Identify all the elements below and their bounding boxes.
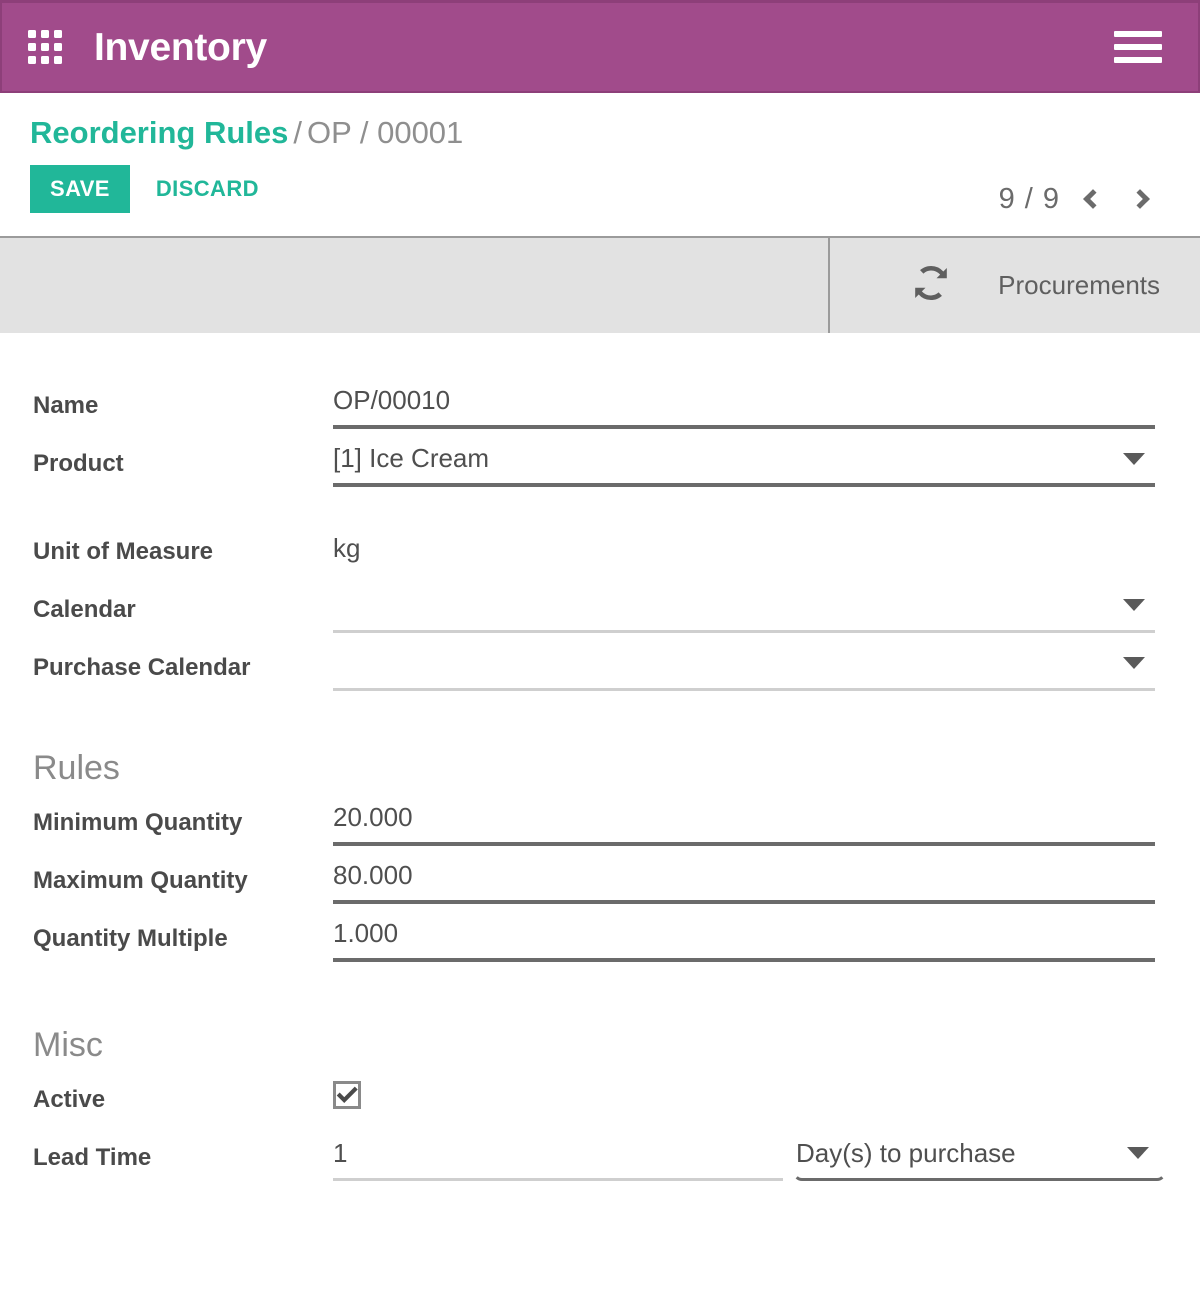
field-row-product: Product [1] Ice Cream <box>0 435 1200 493</box>
lead-time-unit-select[interactable]: Day(s) to purchase <box>793 1129 1166 1181</box>
calendar-input[interactable] <box>333 581 1155 633</box>
field-value-minimum-quantity: 20.000 <box>333 794 1200 846</box>
chevron-down-icon[interactable] <box>1123 599 1145 611</box>
breadcrumb-root-link[interactable]: Reordering Rules <box>30 115 288 150</box>
field-row-active: Active <box>0 1071 1200 1129</box>
quantity-multiple-input[interactable]: 1.000 <box>333 910 1155 962</box>
field-value-calendar <box>333 581 1200 633</box>
grid-cell <box>54 56 62 64</box>
field-label-active: Active <box>0 1071 333 1115</box>
checkmark-icon <box>336 1084 358 1106</box>
control-panel: Reordering Rules/OP / 00001 SAVE DISCARD… <box>0 93 1200 213</box>
field-label-maximum-quantity: Maximum Quantity <box>0 852 333 896</box>
refresh-sync-icon <box>908 260 954 311</box>
field-label-unit-of-measure: Unit of Measure <box>0 523 333 567</box>
maximum-quantity-input[interactable]: 80.000 <box>333 852 1155 904</box>
hamburger-bar <box>1114 31 1162 37</box>
grid-cell <box>41 30 49 38</box>
field-value-maximum-quantity: 80.000 <box>333 852 1200 904</box>
chevron-left-icon <box>1083 189 1103 209</box>
stat-button-bar: Procurements <box>0 236 1200 333</box>
field-value-quantity-multiple: 1.000 <box>333 910 1200 962</box>
save-button[interactable]: SAVE <box>30 165 130 213</box>
field-label-lead-time: Lead Time <box>0 1129 333 1173</box>
discard-button[interactable]: DISCARD <box>156 176 259 202</box>
field-value-name: OP/00010 <box>333 377 1200 429</box>
app-header: Inventory <box>0 0 1200 93</box>
field-label-quantity-multiple: Quantity Multiple <box>0 910 333 954</box>
breadcrumb: Reordering Rules/OP / 00001 <box>30 115 1174 151</box>
record-pager: 9 / 9 <box>999 177 1164 221</box>
chevron-down-icon[interactable] <box>1127 1147 1149 1159</box>
grid-cell <box>41 43 49 51</box>
pager-count: 9 / 9 <box>999 183 1060 216</box>
grid-cell <box>28 56 36 64</box>
field-row-unit-of-measure: Unit of Measure kg <box>0 523 1200 581</box>
breadcrumb-current: OP / 00001 <box>307 115 463 150</box>
active-checkbox[interactable] <box>333 1081 361 1109</box>
chevron-right-icon <box>1130 189 1150 209</box>
chevron-down-icon[interactable] <box>1123 657 1145 669</box>
product-value: [1] Ice Cream <box>333 443 489 474</box>
lead-time-input[interactable]: 1 <box>333 1129 783 1181</box>
field-value-product: [1] Ice Cream <box>333 435 1200 487</box>
pager-previous-button[interactable] <box>1068 177 1112 221</box>
hamburger-icon[interactable] <box>1114 31 1162 63</box>
apps-grid-icon[interactable] <box>28 30 62 64</box>
field-label-purchase-calendar: Purchase Calendar <box>0 639 333 683</box>
app-title: Inventory <box>94 28 267 67</box>
field-row-calendar: Calendar <box>0 581 1200 639</box>
field-row-minimum-quantity: Minimum Quantity 20.000 <box>0 794 1200 852</box>
grid-cell <box>28 30 36 38</box>
hamburger-bar <box>1114 44 1162 50</box>
field-label-minimum-quantity: Minimum Quantity <box>0 794 333 838</box>
stat-bar-spacer <box>0 238 828 333</box>
field-row-maximum-quantity: Maximum Quantity 80.000 <box>0 852 1200 910</box>
app-header-left: Inventory <box>28 28 267 67</box>
field-row-name: Name OP/00010 <box>0 377 1200 435</box>
field-row-quantity-multiple: Quantity Multiple 1.000 <box>0 910 1200 968</box>
field-label-name: Name <box>0 377 333 421</box>
grid-cell <box>41 56 49 64</box>
section-title-rules: Rules <box>0 749 1200 788</box>
field-row-purchase-calendar: Purchase Calendar <box>0 639 1200 697</box>
field-value-purchase-calendar <box>333 639 1200 691</box>
field-value-lead-time: 1 Day(s) to purchase <box>333 1129 1200 1181</box>
name-input[interactable]: OP/00010 <box>333 377 1155 429</box>
field-label-product: Product <box>0 435 333 479</box>
section-title-misc: Misc <box>0 1026 1200 1065</box>
minimum-quantity-input[interactable]: 20.000 <box>333 794 1155 846</box>
lead-time-group: 1 Day(s) to purchase <box>333 1129 1166 1181</box>
field-label-calendar: Calendar <box>0 581 333 625</box>
form-sheet: Name OP/00010 Product [1] Ice Cream Unit… <box>0 333 1200 1187</box>
hamburger-bar <box>1114 57 1162 63</box>
stat-button-procurements[interactable]: Procurements <box>828 238 1200 333</box>
pager-next-button[interactable] <box>1120 177 1164 221</box>
product-input[interactable]: [1] Ice Cream <box>333 435 1155 487</box>
unit-of-measure-value: kg <box>333 523 1155 575</box>
breadcrumb-separator: / <box>293 115 302 150</box>
field-row-lead-time: Lead Time 1 Day(s) to purchase <box>0 1129 1200 1187</box>
grid-cell <box>54 30 62 38</box>
grid-cell <box>54 43 62 51</box>
lead-time-unit-value: Day(s) to purchase <box>796 1138 1016 1169</box>
stat-button-label: Procurements <box>998 270 1160 301</box>
grid-cell <box>28 43 36 51</box>
purchase-calendar-input[interactable] <box>333 639 1155 691</box>
field-value-active <box>333 1071 1200 1111</box>
field-value-unit-of-measure: kg <box>333 523 1200 575</box>
chevron-down-icon[interactable] <box>1123 453 1145 465</box>
